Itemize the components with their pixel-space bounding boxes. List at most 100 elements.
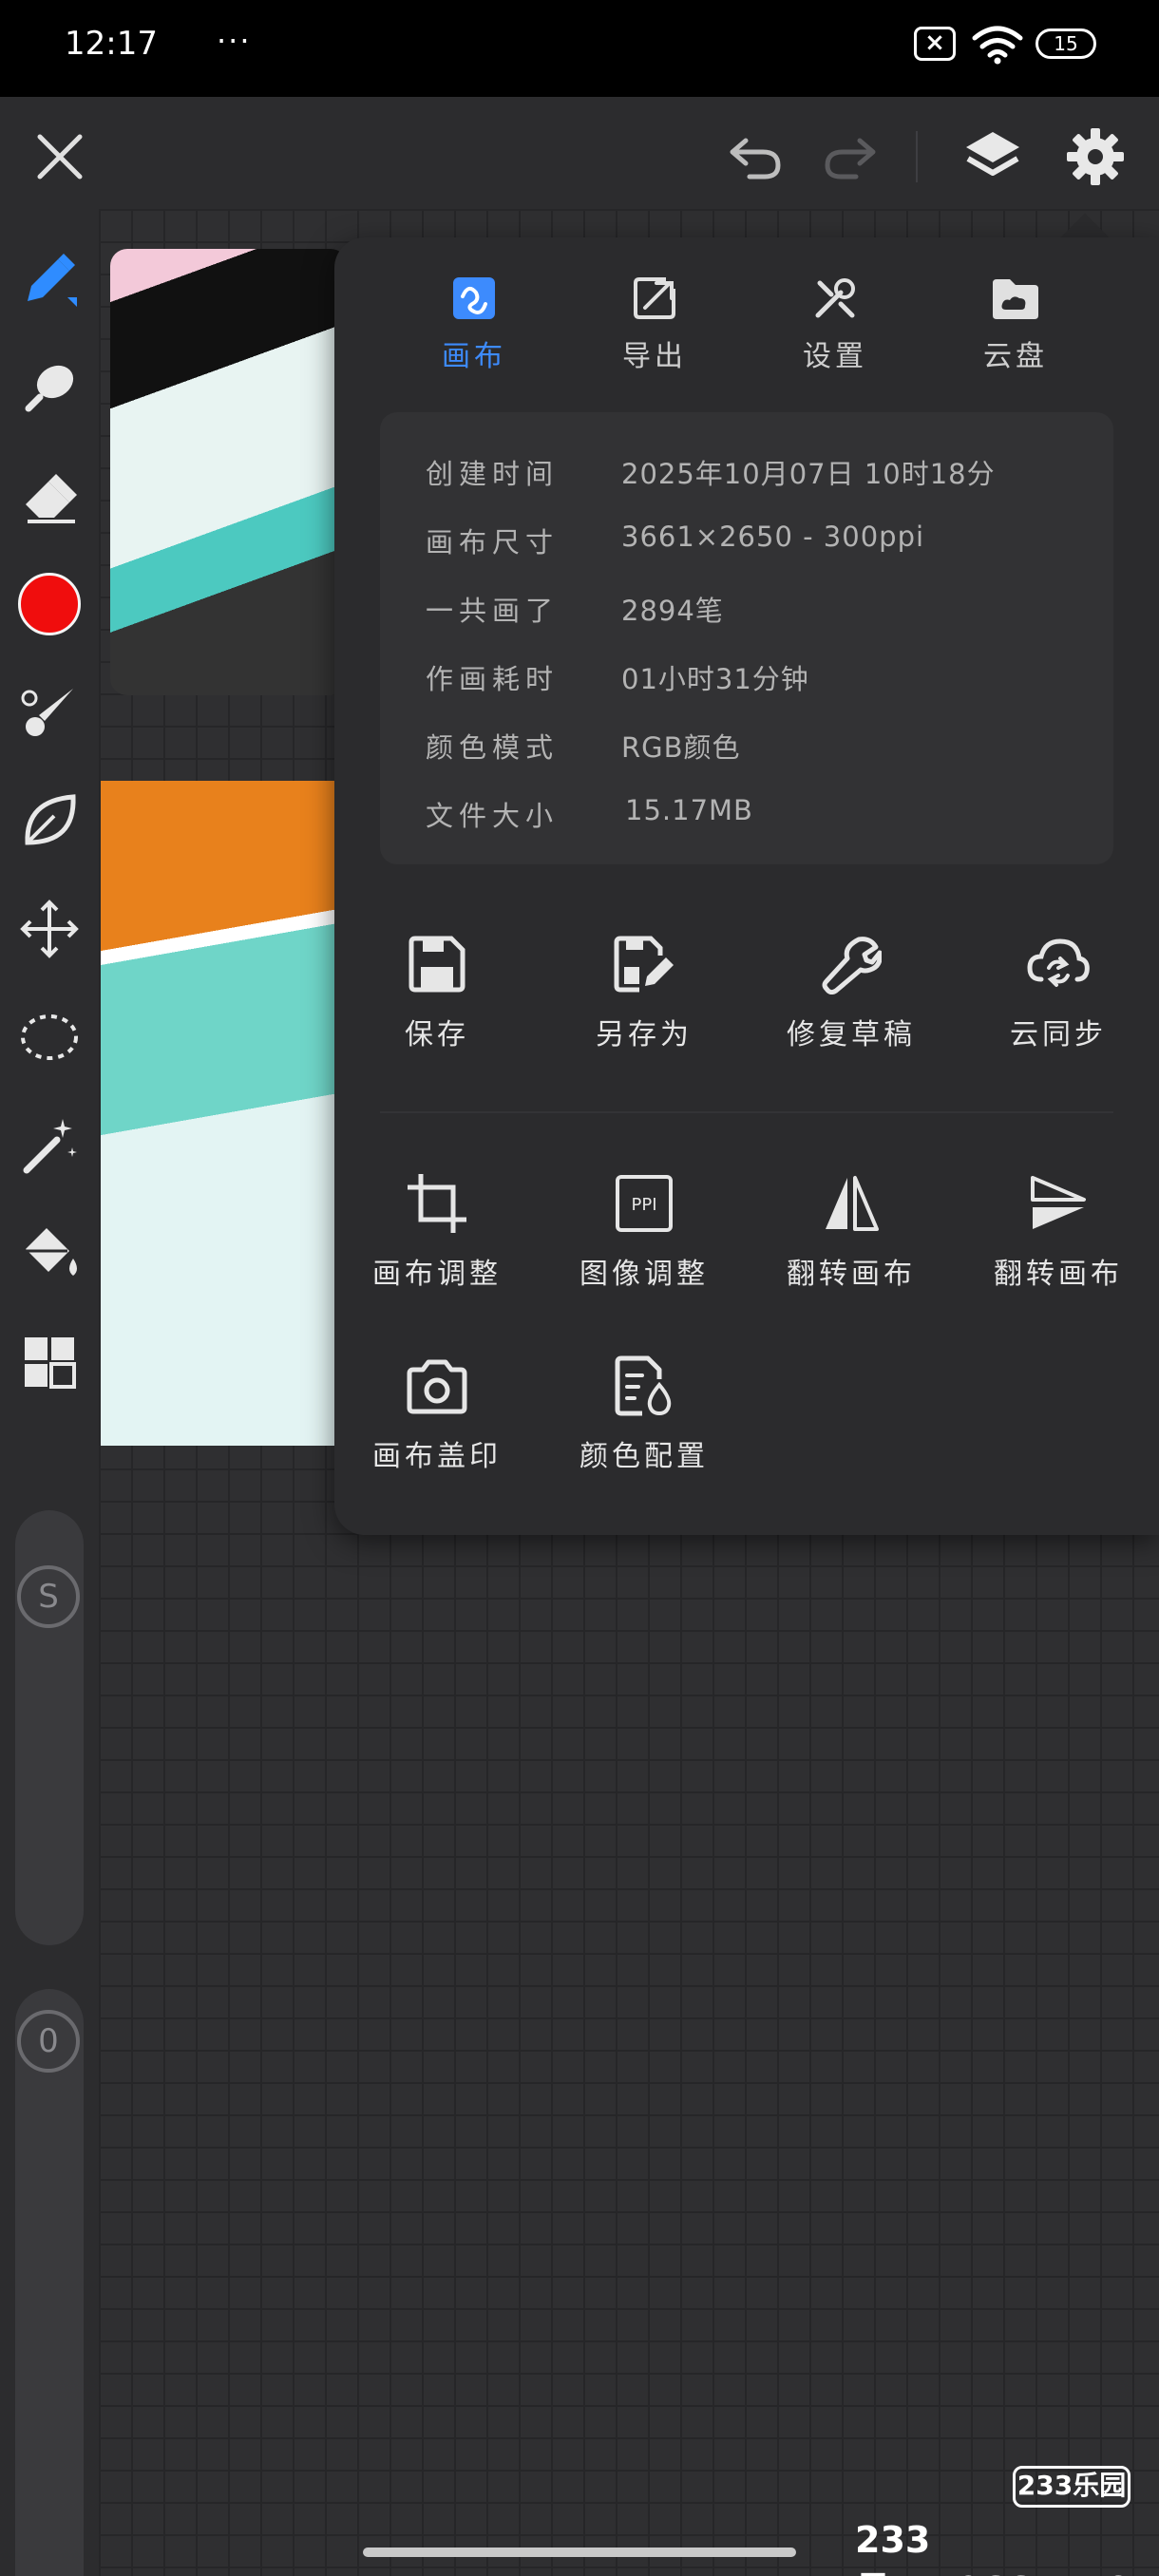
layers-icon — [966, 132, 1019, 176]
info-value: RGB颜色 — [621, 731, 741, 764]
save-as-label: 另存为 — [596, 1018, 693, 1051]
canvas-info-box: 创建时间 2025年10月07日 10时18分 画布尺寸 3661×2650 -… — [380, 412, 1113, 864]
svg-text:PPI: PPI — [631, 1195, 656, 1215]
tab-settings[interactable]: 设置 — [764, 266, 906, 389]
smudge-tool[interactable] — [13, 351, 86, 424]
save-as-button[interactable]: 另存为 — [549, 931, 739, 1064]
camera-icon — [407, 1359, 467, 1414]
color-profile-icon — [615, 1355, 672, 1416]
color-picker-button[interactable] — [13, 568, 86, 640]
fill-tool[interactable] — [13, 1218, 86, 1290]
save-icon — [408, 936, 466, 993]
pen-icon — [28, 254, 77, 307]
tab-canvas[interactable]: 画布 — [403, 266, 545, 389]
watermark-id: 233号:450665759 — [855, 2519, 1131, 2576]
info-key: 画布尺寸 — [426, 526, 560, 559]
info-value: 15.17MB — [625, 794, 753, 826]
grid-apps-icon — [25, 1337, 76, 1389]
info-key: 作画耗时 — [426, 663, 560, 695]
repair-draft-button[interactable]: 修复草稿 — [756, 931, 946, 1064]
cloud-sync-icon — [1027, 938, 1090, 987]
liquify-tool[interactable] — [13, 785, 86, 857]
settings-button[interactable] — [1060, 122, 1130, 192]
brush-opacity-handle[interactable]: 0 — [17, 2010, 80, 2073]
close-button[interactable] — [28, 125, 91, 188]
info-key: 一共画了 — [426, 595, 560, 627]
move-arrows-icon — [20, 900, 79, 958]
brush-size-handle[interactable]: S — [17, 1565, 80, 1628]
left-toolbar: S 0 — [0, 209, 99, 2576]
image-adjust-button[interactable]: PPI 图像调整 — [549, 1170, 739, 1303]
top-toolbar — [0, 97, 1159, 209]
lasso-icon — [21, 1014, 78, 1060]
smudge-icon — [25, 365, 74, 412]
undo-button[interactable] — [722, 125, 788, 188]
brush-tool[interactable] — [13, 676, 86, 748]
status-more-dots: ··· — [217, 23, 252, 59]
flip-horizontal-icon — [826, 1176, 879, 1231]
cloud-sync-button[interactable]: 云同步 — [963, 931, 1153, 1064]
magic-wand-tool[interactable] — [13, 1109, 86, 1182]
current-color-swatch — [18, 573, 81, 635]
info-key: 颜色模式 — [426, 731, 560, 764]
artwork-preview-bottom — [101, 781, 350, 1446]
canvas-stamp-button[interactable]: 画布盖印 — [342, 1353, 532, 1486]
redo-button[interactable] — [817, 125, 884, 188]
cloud-folder-icon — [993, 279, 1038, 319]
info-value: 2025年10月07日 10时18分 — [621, 458, 996, 490]
lasso-tool[interactable] — [13, 1001, 86, 1073]
wrench-icon — [822, 937, 882, 994]
home-indicator[interactable] — [363, 2548, 796, 2557]
battery-indicator: 15 — [1036, 28, 1096, 59]
color-profile-button[interactable]: 颜色配置 — [549, 1353, 739, 1486]
image-adjust-label: 图像调整 — [580, 1258, 709, 1291]
repair-draft-label: 修复草稿 — [787, 1018, 916, 1051]
wifi-icon — [972, 26, 1023, 65]
leaf-icon — [25, 794, 76, 845]
save-as-icon — [614, 936, 674, 993]
info-value: 01小时31分钟 — [621, 663, 809, 695]
redo-icon — [825, 138, 876, 180]
magic-wand-icon — [23, 1119, 77, 1174]
info-value: 2894笔 — [621, 595, 724, 627]
tab-settings-label: 设置 — [803, 340, 867, 373]
layers-button[interactable] — [958, 122, 1028, 192]
tab-export[interactable]: 导出 — [583, 266, 726, 389]
cloud-sync-label: 云同步 — [1010, 1018, 1107, 1051]
info-value: 3661×2650 - 300ppi — [621, 521, 925, 553]
status-bar: 12:17 ··· × 15 — [0, 0, 1159, 97]
canvas-icon — [453, 277, 495, 319]
actions-divider — [380, 1111, 1113, 1113]
tab-cloud-label: 云盘 — [983, 340, 1048, 373]
flip-canvas-horizontal-button[interactable]: 翻转画布 — [756, 1170, 946, 1303]
brush-opacity-slider[interactable] — [15, 1989, 84, 2576]
canvas-stamp-label: 画布盖印 — [372, 1440, 502, 1473]
canvas-settings-panel: 画布 导出 设置 云盘 创建时间 2025年10月07日 10时18分 画布尺寸… — [334, 237, 1159, 1535]
ppi-icon: PPI — [616, 1175, 673, 1232]
eraser-tool[interactable] — [13, 460, 86, 532]
pen-tool[interactable] — [13, 243, 86, 315]
paint-bucket-icon — [22, 1228, 77, 1276]
gear-icon — [1067, 128, 1124, 185]
eraser-icon — [26, 474, 77, 523]
flip-canvas-horizontal-label: 翻转画布 — [787, 1258, 916, 1291]
no-sim-icon: × — [914, 27, 956, 61]
crop-icon — [408, 1174, 466, 1233]
settings-tools-icon — [815, 278, 855, 318]
artwork-preview-top — [110, 249, 348, 695]
tab-canvas-label: 画布 — [442, 340, 506, 373]
flip-vertical-icon — [1031, 1176, 1086, 1229]
info-key: 创建时间 — [426, 458, 560, 490]
status-time: 12:17 — [65, 25, 158, 63]
transform-tool[interactable] — [13, 893, 86, 965]
watermark-logo: 233乐园 — [1013, 2466, 1130, 2508]
color-profile-label: 颜色配置 — [580, 1440, 709, 1473]
tab-cloud[interactable]: 云盘 — [944, 266, 1087, 389]
canvas-adjust-button[interactable]: 画布调整 — [342, 1170, 532, 1303]
save-label: 保存 — [405, 1018, 469, 1051]
gallery-tool[interactable] — [13, 1326, 86, 1398]
flip-canvas-vertical-button[interactable]: 翻转画布 — [963, 1170, 1153, 1303]
close-icon — [37, 134, 83, 180]
undo-icon — [730, 138, 781, 180]
save-button[interactable]: 保存 — [342, 931, 532, 1064]
